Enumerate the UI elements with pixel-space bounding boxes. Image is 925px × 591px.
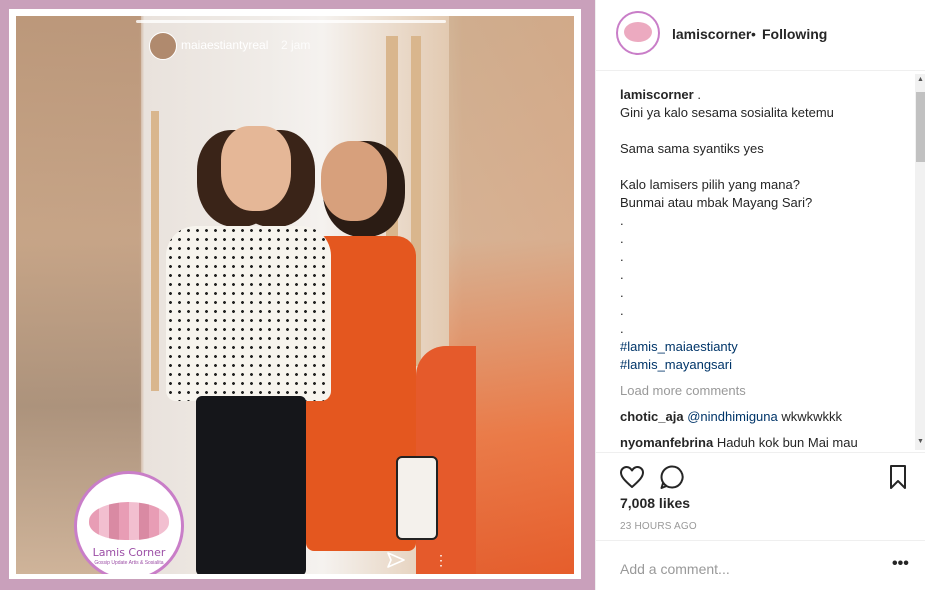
media-frame: maiaestiantyreal 2 jam ⋮ Lamis Corner Go… (9, 9, 581, 579)
add-comment-bar: Add a comment... ••• (596, 540, 925, 591)
person-left-head (221, 126, 291, 211)
comment-text: Haduh kok bun Mai mau (716, 435, 858, 450)
action-bar (596, 452, 925, 493)
comments-scrollbar[interactable]: ▲ ▼ (915, 74, 925, 450)
header-username[interactable]: lamiscorner (672, 26, 751, 42)
scrollbar-thumb[interactable] (916, 92, 925, 162)
caption-line: ​ (620, 158, 912, 176)
caption-line: Gini ya kalo sesama sosialita ketemu (620, 105, 834, 120)
scroll-down-arrow-icon[interactable]: ▼ (917, 438, 924, 445)
header-separator: • (751, 26, 756, 42)
story-screenshot-photo[interactable]: maiaestiantyreal 2 jam ⋮ Lamis Corner Go… (16, 16, 574, 574)
caption-suffix: . (693, 87, 701, 102)
story-progress-bar (136, 20, 446, 23)
post-timestamp: 23 HOURS AGO (620, 521, 697, 532)
shelf (151, 111, 159, 391)
handbag (396, 456, 438, 540)
lamis-corner-logo: Lamis Corner Gossip Update Artis & Sosia… (74, 471, 184, 574)
comment-mention[interactable]: @nindhimiguna (687, 409, 778, 424)
caption-line: . (620, 321, 624, 336)
load-more-comments-button[interactable]: Load more comments (620, 382, 912, 400)
logo-title: Lamis Corner (92, 546, 166, 559)
caption-line: . (620, 231, 624, 246)
logo-subtitle: Gossip Update Artis & Sosialita (94, 560, 164, 566)
profile-avatar[interactable] (616, 11, 660, 55)
caption-line: . (620, 249, 624, 264)
person-left-blouse (166, 226, 331, 401)
story-time: 2 jam (281, 38, 311, 52)
story-username: maiaestiantyreal (181, 38, 269, 52)
caption-line: . (620, 285, 624, 300)
comment-item: chotic_aja @nindhimiguna wkwkwkkk (620, 408, 912, 426)
hashtag-link[interactable]: #lamis_mayangsari (620, 356, 912, 374)
comments-area[interactable]: lamiscorner . Gini ya kalo sesama sosial… (620, 86, 912, 452)
post-side-panel: lamiscorner • Following lamiscorner . Gi… (595, 0, 925, 590)
post-header: lamiscorner • Following (596, 0, 925, 71)
caption-author-line: lamiscorner . (620, 86, 912, 104)
following-button[interactable]: Following (762, 26, 827, 42)
person-right-head (321, 141, 387, 221)
caption-line: Bunmai atau mbak Mayang Sari? (620, 195, 813, 210)
bookmark-icon[interactable] (884, 463, 912, 491)
avatar-logo-icon (624, 22, 652, 42)
comment-username[interactable]: chotic_aja (620, 409, 684, 424)
comment-item: nyomanfebrina Haduh kok bun Mai mau (620, 434, 912, 452)
vertical-more-icon: ⋮ (434, 552, 448, 568)
more-options-icon[interactable]: ••• (892, 555, 909, 573)
caption-line: Kalo lamisers pilih yang mana? (620, 177, 800, 192)
send-icon (387, 552, 405, 568)
comment-icon[interactable] (658, 463, 686, 491)
caption-line: ​ (620, 122, 912, 140)
person-left-pants (196, 396, 306, 574)
story-avatar (149, 32, 177, 60)
heart-icon[interactable] (618, 463, 646, 491)
comment-username[interactable]: nyomanfebrina (620, 435, 713, 450)
comment-text: wkwkwkkk (781, 409, 843, 424)
caption-line: Sama sama syantiks yes (620, 141, 764, 156)
caption-line: . (620, 267, 624, 282)
caption-line: . (620, 213, 624, 228)
person-left (166, 126, 331, 574)
likes-count[interactable]: 7,008 likes (620, 495, 690, 511)
hashtag-link[interactable]: #lamis_maiaestianty (620, 338, 912, 356)
post-media: maiaestiantyreal 2 jam ⋮ Lamis Corner Go… (0, 0, 595, 590)
add-comment-input[interactable]: Add a comment... (620, 561, 730, 577)
caption-line: . (620, 303, 624, 318)
lips-logo-icon (89, 502, 169, 540)
scroll-up-arrow-icon[interactable]: ▲ (917, 76, 924, 83)
caption-username[interactable]: lamiscorner (620, 87, 694, 102)
